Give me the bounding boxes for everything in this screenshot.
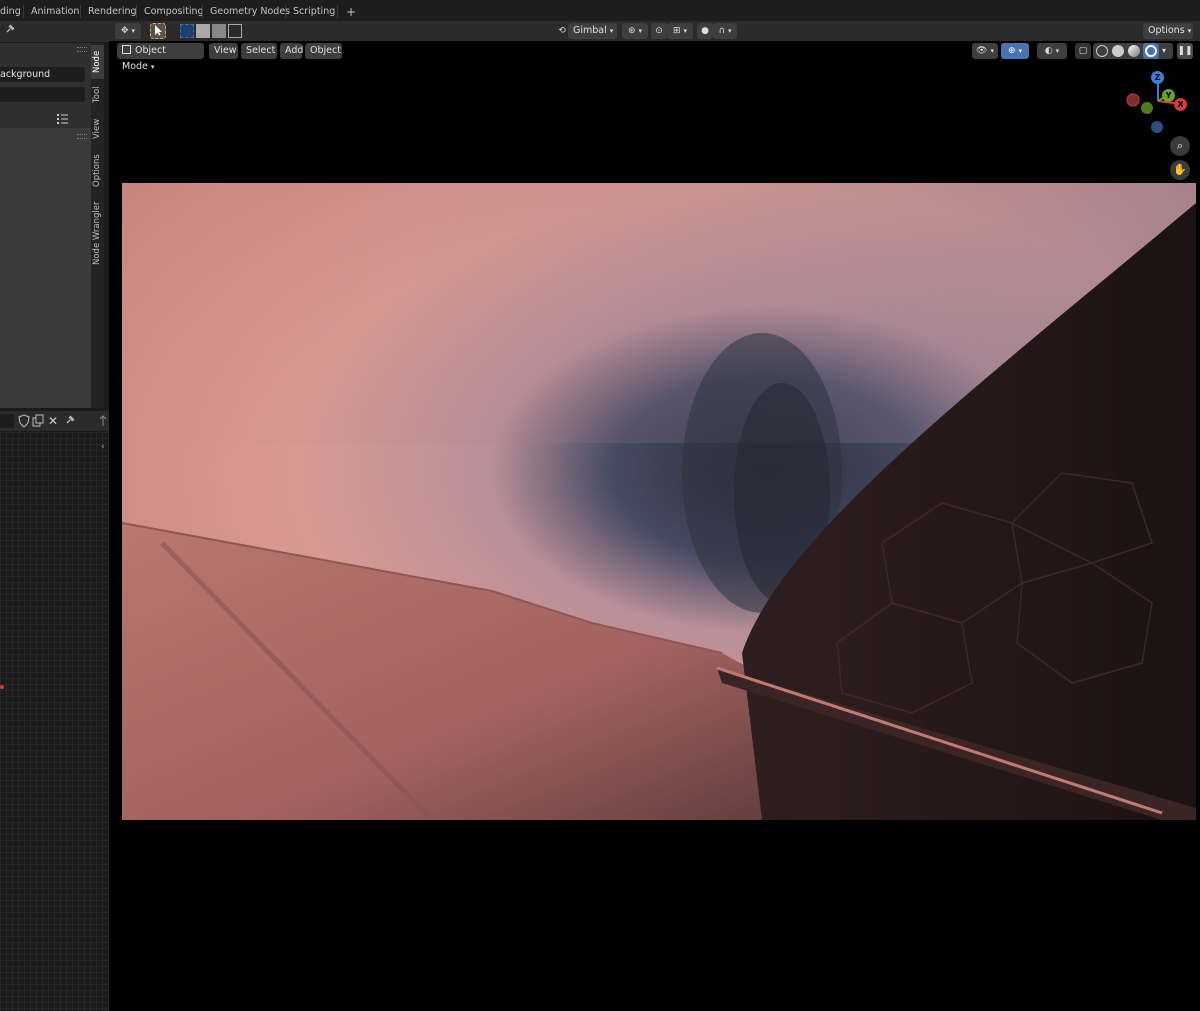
select-extend-icon[interactable]	[196, 24, 210, 38]
rendered-sphere-icon	[1145, 45, 1157, 57]
falloff-icon[interactable]: ∩ ▾	[713, 23, 737, 39]
options-dropdown[interactable]: Options ▾	[1143, 23, 1193, 39]
viewport-render-preview[interactable]	[122, 183, 1196, 820]
gizmo-x-axis[interactable]: X	[1174, 98, 1187, 111]
solid-shading-icon[interactable]	[1112, 45, 1124, 57]
add-workspace-button[interactable]: +	[340, 3, 362, 21]
select-new-icon[interactable]	[180, 24, 194, 38]
select-subtract-icon[interactable]	[212, 24, 226, 38]
tab-tool[interactable]: Tool	[91, 83, 104, 107]
shading-mode-group: ▾	[1093, 43, 1173, 59]
node-socket[interactable]	[0, 685, 4, 689]
menu-add[interactable]: Add	[280, 43, 303, 59]
transform-orientation-dropdown[interactable]: Gimbal ▾	[568, 23, 617, 39]
viewport-menu-header: Object Mode ▾ View Select Add Object 👁 ▾ ⊕…	[109, 41, 1200, 72]
navigation-gizmo[interactable]: Z Y X	[1122, 66, 1192, 136]
node-editor-canvas[interactable]: ‹	[0, 432, 109, 1011]
tab-compositing[interactable]: Compositing	[138, 3, 210, 21]
tab-options[interactable]: Options	[91, 151, 104, 191]
sidebar-tabs: Node Tool View Options Node Wrangler	[91, 43, 104, 408]
name-field[interactable]: ackground	[0, 67, 85, 82]
text-field[interactable]	[0, 87, 85, 102]
proportional-edit-icon[interactable]: ●	[697, 23, 713, 39]
rendered-shading-icon[interactable]	[1143, 43, 1159, 59]
options-label: Options	[1148, 25, 1185, 36]
tab-scripting[interactable]: Scripting	[287, 3, 341, 21]
close-icon[interactable]: ✕	[48, 414, 60, 428]
tab-geometry-nodes[interactable]: Geometry Nodes	[204, 3, 296, 21]
tab-separator	[202, 5, 203, 18]
tab-separator	[23, 5, 24, 18]
mode-dropdown[interactable]: Object Mode ▾	[117, 43, 204, 72]
gizmo-z-axis[interactable]: Z	[1151, 71, 1164, 84]
gizmo-y-axis[interactable]: Y	[1162, 89, 1175, 102]
tab-rendering[interactable]: Rendering	[82, 3, 143, 21]
menu-object[interactable]: Object	[305, 43, 342, 59]
transform-tool-icon[interactable]: ✥ ▾	[115, 23, 141, 39]
visibility-icon[interactable]: 👁 ▾	[972, 43, 998, 59]
drag-handle[interactable]	[77, 134, 87, 139]
datablock-field[interactable]	[0, 414, 14, 428]
up-arrow-icon[interactable]	[98, 414, 108, 428]
select-invert-icon[interactable]	[228, 24, 242, 38]
snap-toggle-icon[interactable]: ⊙	[651, 23, 667, 39]
pin-icon[interactable]	[64, 414, 76, 428]
overlays-icon[interactable]: ◐ ▾	[1037, 43, 1067, 59]
snap-target-icon[interactable]: ⊞ ▾	[667, 23, 693, 39]
wireframe-shading-icon[interactable]	[1096, 45, 1108, 57]
pin-icon[interactable]	[2, 23, 18, 39]
tab-node[interactable]: Node	[91, 45, 104, 79]
chevron-down-icon[interactable]: ▾	[1162, 43, 1166, 59]
pivot-point-icon[interactable]: ⊛ ▾	[622, 23, 648, 39]
chevron-left-icon[interactable]: ‹	[101, 442, 105, 452]
duplicate-icon[interactable]	[32, 414, 44, 428]
selection-mode-group	[180, 24, 242, 38]
gizmo-toggle-icon[interactable]: ⊕ ▾	[1001, 43, 1029, 59]
tab-node-wrangler[interactable]: Node Wrangler	[91, 199, 104, 267]
material-shading-icon[interactable]	[1128, 45, 1140, 57]
tab-separator	[136, 5, 137, 18]
sidebar-panel-body	[0, 128, 91, 408]
node-editor-header: ✕	[0, 411, 109, 431]
left-editor-header	[0, 21, 109, 42]
menu-select[interactable]: Select	[241, 43, 277, 59]
tab-separator	[337, 5, 338, 18]
tab-view[interactable]: View	[91, 115, 104, 143]
orientation-label: Gimbal	[573, 25, 607, 36]
tab-separator	[285, 5, 286, 18]
xray-icon[interactable]: ▢	[1075, 43, 1091, 59]
pause-render-icon[interactable]: ❚❚	[1177, 43, 1193, 59]
drag-handle[interactable]	[77, 47, 87, 52]
tab-separator	[80, 5, 81, 18]
menu-view[interactable]: View	[209, 43, 238, 59]
select-tool-icon[interactable]	[150, 23, 166, 39]
shield-icon[interactable]	[18, 414, 30, 428]
object-mode-icon	[122, 45, 131, 54]
workspace-tab-bar: ding Animation Rendering Compositing Geo…	[0, 0, 1200, 21]
zoom-icon[interactable]: ⌕	[1170, 136, 1190, 156]
list-icon[interactable]	[56, 112, 70, 126]
tab-animation[interactable]: Animation	[25, 3, 85, 21]
pan-hand-icon[interactable]: ✋	[1170, 160, 1190, 180]
viewport-tool-header: ✥ ▾ ⟲ Gimbal ▾ ⊛ ▾ ⊙ ⊞ ▾ ● ∩ ▾ Options ▾	[109, 21, 1200, 41]
